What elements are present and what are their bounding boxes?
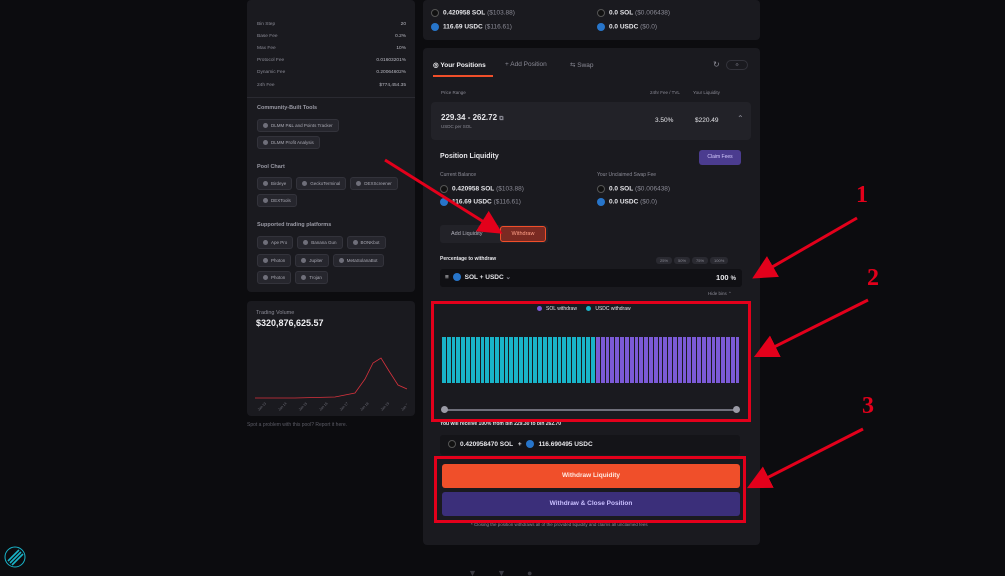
annotation-number-3: 3: [862, 393, 874, 419]
annotation-arrows: [384, 158, 869, 489]
annotation-number-2: 2: [867, 265, 879, 291]
annotation-number-1: 1: [856, 182, 868, 208]
